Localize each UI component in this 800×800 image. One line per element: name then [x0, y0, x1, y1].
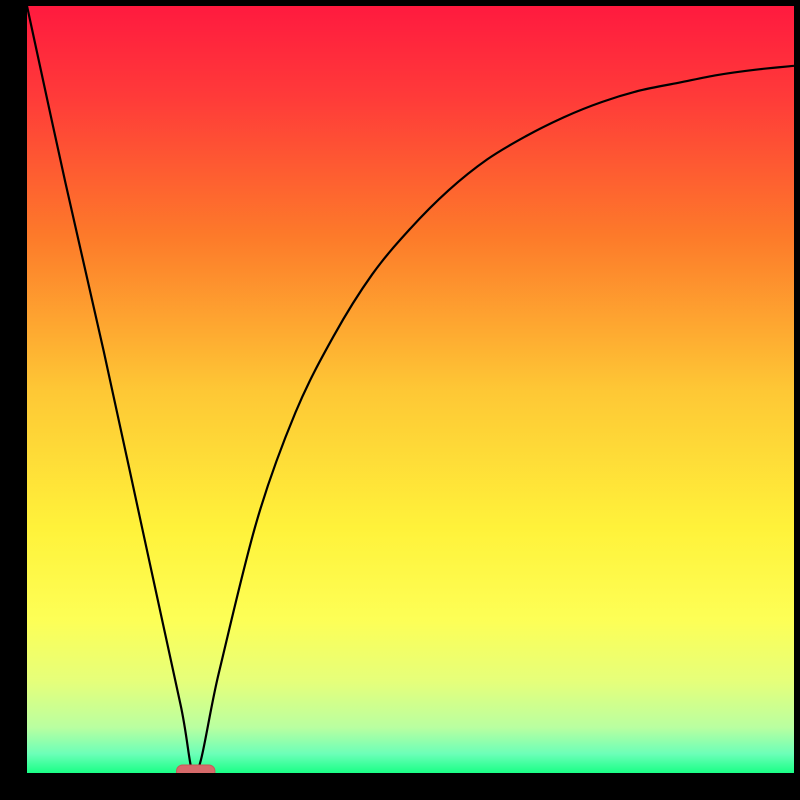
plot-area	[27, 6, 794, 773]
minimum-marker	[177, 765, 215, 773]
gradient-background	[27, 6, 794, 773]
chart-frame: TheBottleneck.com	[0, 0, 800, 800]
chart-svg	[27, 6, 794, 773]
